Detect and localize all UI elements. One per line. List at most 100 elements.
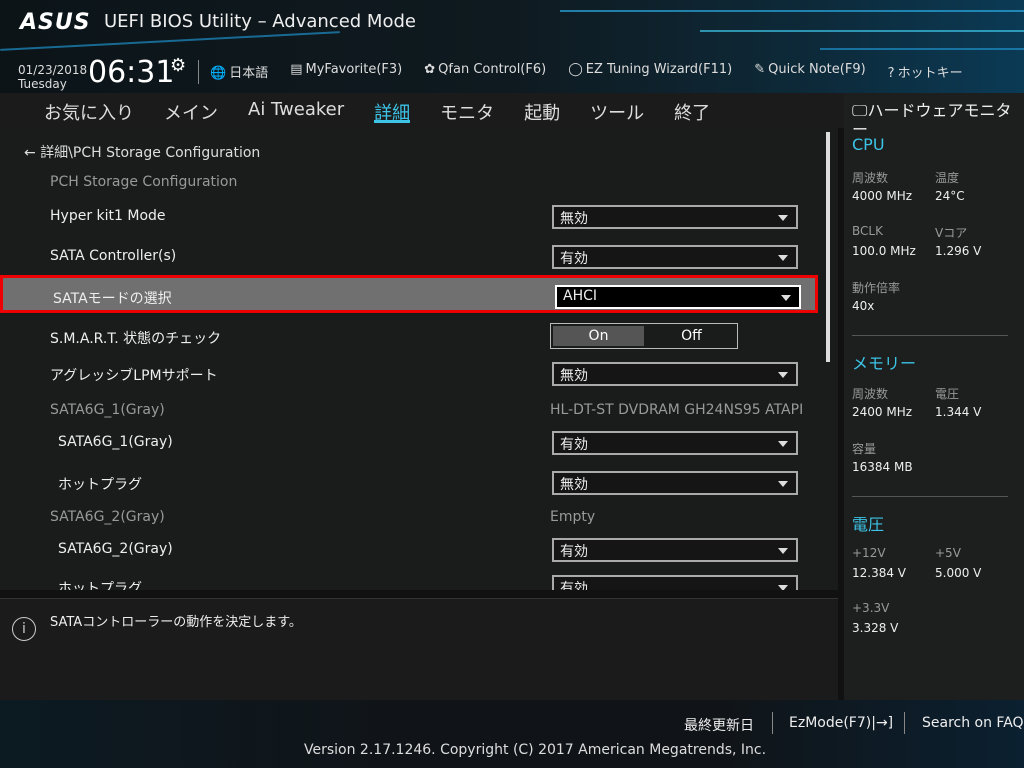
date: 01/23/2018 <box>18 63 88 77</box>
tab-7[interactable]: 終了 <box>674 93 710 128</box>
toolbar: 🌐 日本語 ▤ MyFavorite(F3) ✿ Qfan Control(F6) ◯ EZ … <box>210 62 963 81</box>
setting-dropdown[interactable]: 無効 <box>552 205 798 229</box>
setting-row[interactable]: SATA Controller(s) 有効 <box>0 238 820 276</box>
hardware-monitor: 🖵ハードウェアモニター CPU 周波数 温度 4000 MHz 24°C BCL… <box>844 93 1024 700</box>
setting-row[interactable]: ホットプラグ 無効 <box>0 464 820 502</box>
cpu-freq-label: 周波数 <box>852 171 889 185</box>
divider <box>852 335 1008 336</box>
setting-row[interactable]: ホットプラグ 有効 <box>0 568 820 590</box>
toolbar-favorite-button[interactable]: ▤ MyFavorite(F3) <box>290 62 402 81</box>
dropdown-value: 有効 <box>560 581 588 590</box>
clock: 06:31 <box>88 55 175 90</box>
ratio: 40x <box>852 299 875 313</box>
vcore-label: Vコア <box>935 226 968 240</box>
toggle-on[interactable]: On <box>553 326 644 346</box>
toolbar-label: Quick Note(F9) <box>768 62 866 77</box>
chevron-down-icon <box>778 215 788 221</box>
tab-1[interactable]: メイン <box>164 93 218 128</box>
setting-dropdown[interactable]: 有効 <box>552 431 798 455</box>
tab-4[interactable]: モニタ <box>440 93 494 128</box>
v5: 5.000 V <box>935 566 982 580</box>
breadcrumb[interactable]: ← 詳細\PCH Storage Configuration <box>24 142 260 162</box>
mem-freq: 2400 MHz <box>852 405 913 419</box>
tab-0[interactable]: お気に入り <box>44 93 134 128</box>
setting-row[interactable]: SATAモードの選択 AHCI <box>0 275 818 313</box>
fan-icon: ✿ <box>424 62 436 77</box>
tab-6[interactable]: ツール <box>590 93 644 128</box>
dropdown-value: 無効 <box>560 211 588 227</box>
asus-logo: ASUS <box>20 10 91 35</box>
setting-row: PCH Storage Configuration <box>0 164 820 202</box>
v33-label: +3.3V <box>852 601 890 615</box>
cpu-section-title: CPU <box>852 135 885 154</box>
toolbar-label: Qfan Control(F6) <box>438 62 547 77</box>
toolbar-bulb-button[interactable]: ◯ EZ Tuning Wizard(F11) <box>568 62 732 81</box>
toolbar-fan-button[interactable]: ✿ Qfan Control(F6) <box>424 62 546 81</box>
setting-dropdown[interactable]: AHCI <box>555 285 801 309</box>
settings-panel: ← 詳細\PCH Storage Configuration PCH Stora… <box>0 128 838 590</box>
mem-volt: 1.344 V <box>935 405 982 419</box>
tab-5[interactable]: 起動 <box>524 93 560 128</box>
setting-dropdown[interactable]: 無効 <box>552 471 798 495</box>
bclk: 100.0 MHz <box>852 244 916 258</box>
setting-dropdown[interactable]: 有効 <box>552 538 798 562</box>
header: ASUS UEFI BIOS Utility – Advanced Mode 0… <box>0 0 1024 93</box>
back-arrow-icon[interactable]: ← <box>24 145 40 161</box>
divider <box>772 712 773 734</box>
dropdown-value: 無効 <box>560 477 588 493</box>
tab-2[interactable]: Ai Tweaker <box>248 93 344 128</box>
divider <box>904 712 905 734</box>
setting-row[interactable]: SATA6G_2(Gray) 有効 <box>0 531 820 569</box>
setting-row[interactable]: S.M.A.R.T. 状態のチェック On Off <box>0 318 820 356</box>
v5-label: +5V <box>935 546 961 560</box>
setting-dropdown[interactable]: 有効 <box>552 575 798 590</box>
tab-3[interactable]: 詳細 <box>374 93 411 124</box>
toolbar-note-button[interactable]: ✎ Quick Note(F9) <box>754 62 865 81</box>
dropdown-value: AHCI <box>563 288 598 304</box>
bulb-icon: ◯ <box>568 62 583 77</box>
gear-icon[interactable]: ⚙ <box>170 55 186 76</box>
toolbar-hotkey-button[interactable]: ? ホットキー <box>888 62 963 81</box>
toggle-switch[interactable]: On Off <box>550 323 738 349</box>
toolbar-globe-button[interactable]: 🌐 日本語 <box>210 62 268 81</box>
info-icon: i <box>12 617 36 641</box>
hw-title-text: ハードウェアモニター <box>852 101 1012 139</box>
hotkey-icon: ? <box>887 66 895 81</box>
setting-row[interactable]: SATA6G_1(Gray) 有効 <box>0 424 820 462</box>
favorite-icon: ▤ <box>290 62 303 77</box>
scrollbar[interactable] <box>826 132 830 362</box>
setting-dropdown[interactable]: 無効 <box>552 362 798 386</box>
cpu-temp-label: 温度 <box>935 171 960 185</box>
setting-value: Empty <box>550 509 596 525</box>
breadcrumb-text: 詳細\PCH Storage Configuration <box>40 145 261 161</box>
setting-label: SATA6G_2(Gray) <box>58 541 173 557</box>
cpu-temp: 24°C <box>935 189 965 203</box>
mem-freq-label: 周波数 <box>852 387 889 401</box>
chevron-down-icon <box>778 255 788 261</box>
chevron-down-icon <box>778 548 788 554</box>
main-tabs: お気に入り メイン Ai Tweaker 詳細 モニタ 起動 ツール 終了 <box>0 93 844 128</box>
search-faq-button[interactable]: Search on FAQ <box>922 715 1024 731</box>
voltage-section-title: 電圧 <box>852 515 885 534</box>
chevron-down-icon <box>781 295 791 301</box>
chevron-down-icon <box>778 585 788 590</box>
toggle-off[interactable]: Off <box>646 324 737 348</box>
setting-row[interactable]: アグレッシブLPMサポート 無効 <box>0 355 820 393</box>
note-icon: ✎ <box>754 62 766 77</box>
v12: 12.384 V <box>852 566 907 580</box>
ezmode-button[interactable]: EzMode(F7)|→] <box>789 715 893 731</box>
v12-label: +12V <box>852 546 886 560</box>
memory-section-title: メモリー <box>852 354 917 373</box>
globe-icon: 🌐 <box>210 66 227 81</box>
setting-dropdown[interactable]: 有効 <box>552 245 798 269</box>
setting-value: HL-DT-ST DVDRAM GH24NS95 ATAPI <box>550 402 804 418</box>
chevron-down-icon <box>778 481 788 487</box>
copyright: Version 2.17.1246. Copyright (C) 2017 Am… <box>304 742 767 758</box>
setting-label: Hyper kit1 Mode <box>50 208 166 224</box>
last-modified-button[interactable]: 最終更新日 <box>684 715 754 735</box>
dropdown-value: 有効 <box>560 251 588 267</box>
setting-row[interactable]: Hyper kit1 Mode 無効 <box>0 198 820 236</box>
mem-volt-label: 電圧 <box>935 387 960 401</box>
monitor-icon: 🖵 <box>852 101 868 120</box>
setting-label: SATAモードの選択 <box>53 291 172 307</box>
